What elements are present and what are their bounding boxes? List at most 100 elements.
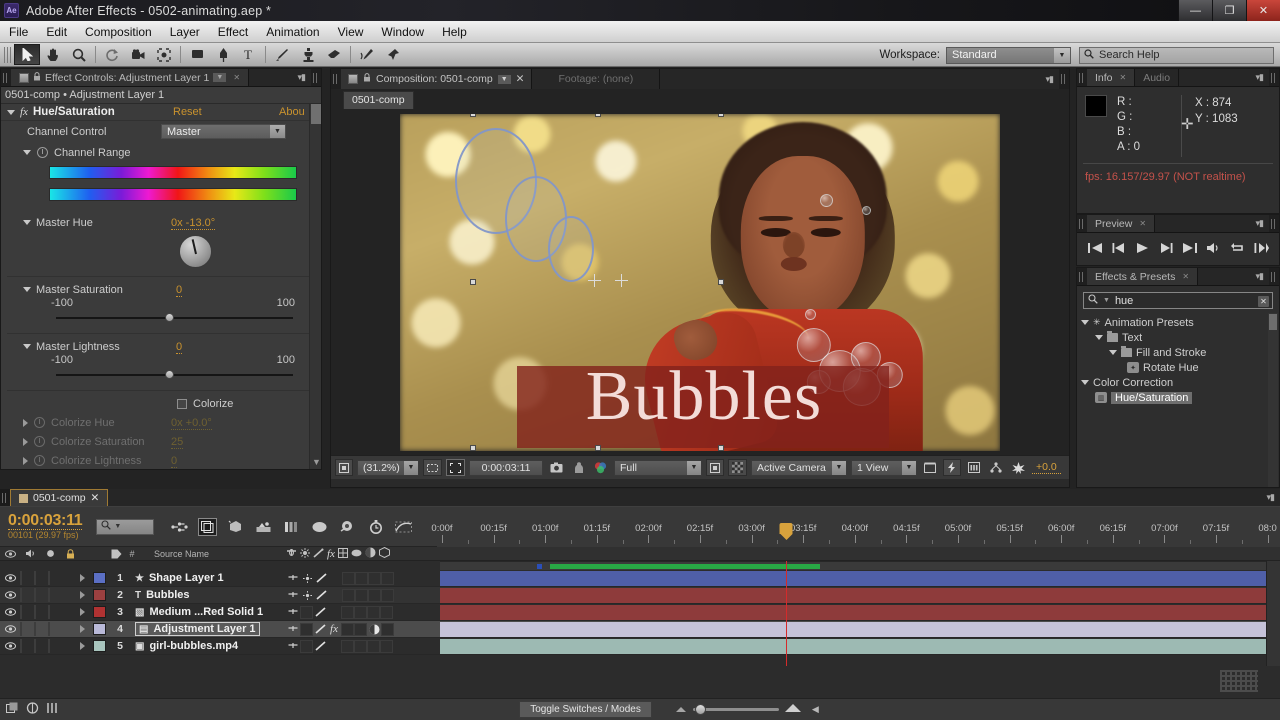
brush-tool[interactable] [269,44,295,65]
layer-name[interactable]: ▣ girl-bubbles.mp4 [135,640,238,652]
resize-grip-dots[interactable] [1220,670,1258,692]
disclosure-triangle-icon[interactable] [23,456,28,465]
views-select[interactable]: 1 View ▼ [851,459,917,476]
shy-switch[interactable] [286,588,300,602]
play-icon[interactable] [1136,242,1149,257]
magnification-select[interactable]: (31.2%) ▼ [357,459,419,476]
solo-toggle-cell[interactable] [34,639,48,653]
table-row[interactable]: 2 T Bubbles [0,587,1280,604]
disclosure-triangle-icon[interactable] [1081,380,1089,385]
anchor-point-icon[interactable] [615,273,628,287]
layer-duration-bar[interactable] [440,571,1266,586]
menu-window[interactable]: Window [372,22,433,42]
audio-toggle-cell[interactable] [20,622,34,636]
composition-artwork[interactable]: Bubbles [400,113,1000,451]
motion-blur-switch[interactable] [355,571,368,585]
panel-grip[interactable] [1079,72,1085,83]
composition-mini-flowchart-icon[interactable] [170,518,189,536]
slider-handle[interactable] [165,370,174,379]
selection-handle[interactable] [470,278,476,285]
roto-brush-tool[interactable] [354,44,380,65]
choose-grid-button[interactable] [423,459,442,476]
collapse-transform-switch[interactable] [300,622,313,636]
chevron-down-icon[interactable]: ▼ [114,523,121,530]
timeline-vertical-scrollbar[interactable] [1266,561,1280,666]
menu-edit[interactable]: Edit [37,22,76,42]
effect-header-hue-saturation[interactable]: fx Hue/Saturation Reset Abou [1,104,321,121]
current-time[interactable]: 0:00:03:11 [8,512,83,530]
quality-switch[interactable] [313,605,327,619]
tab-footage[interactable]: Footage: (none) [532,69,661,89]
previous-frame-icon[interactable] [1112,242,1127,257]
effects-search-text[interactable] [1114,294,1250,307]
selection-handle[interactable] [718,278,724,285]
tree-item-text[interactable]: Text [1081,330,1279,345]
new-comp-viewer-icon[interactable] [338,518,357,536]
layer-name[interactable]: T Bubbles [135,589,190,601]
disclosure-triangle-icon[interactable] [23,150,31,155]
tab-timeline-0501-comp[interactable]: 0501-comp ✕ [10,489,109,506]
chevron-down-icon[interactable]: ▼ [213,73,227,82]
expand-layer-icon[interactable] [74,625,90,633]
adjustment-layer-switch[interactable] [367,622,381,636]
three-d-switch[interactable] [380,639,393,653]
motion-blur-switch[interactable] [354,639,367,653]
motion-blur-switch[interactable] [354,622,367,636]
current-time-display[interactable]: 0:00:03:11 [469,459,543,476]
panel-grip-right[interactable] [1271,218,1277,229]
toggle-switches-modes-button[interactable]: Toggle Switches / Modes [519,701,652,718]
menu-file[interactable]: File [0,22,37,42]
panel-grip-right[interactable] [1061,74,1067,84]
ep-scrollbar[interactable] [1268,313,1278,487]
reset-exposure-button[interactable] [1009,459,1028,476]
disclosure-triangle-icon[interactable] [23,418,28,427]
menu-help[interactable]: Help [433,22,476,42]
disclosure-triangle-icon[interactable] [23,220,31,225]
draft-3d-icon[interactable] [198,517,218,536]
video-toggle-icon[interactable] [0,608,20,616]
menu-animation[interactable]: Animation [257,22,328,42]
lock-toggle-cell[interactable] [48,639,62,653]
expand-layer-icon[interactable] [74,591,90,599]
fast-previews-button[interactable] [943,459,961,476]
enable-motion-blur-icon[interactable] [282,518,301,536]
collapse-panel-icon[interactable]: ◀ [812,704,819,715]
tree-item-animation-presets[interactable]: ✳ Animation Presets [1081,315,1279,330]
frame-blend-switch[interactable] [341,605,354,619]
toggle-switches-icon[interactable] [6,702,19,717]
layer-duration-bar[interactable] [440,639,1266,654]
effects-switch[interactable] [328,571,342,585]
disclosure-triangle-icon[interactable] [23,344,31,349]
stopwatch-icon[interactable] [34,417,45,428]
resolution-select[interactable]: Full ▼ [614,459,702,476]
video-toggle-icon[interactable] [0,625,20,633]
collapse-transform-switch[interactable] [300,571,314,585]
audio-toggle-cell[interactable] [20,571,34,585]
quality-switch[interactable] [314,588,328,602]
motion-sketch-icon[interactable] [46,702,58,717]
effects-switch[interactable]: fx [327,622,341,636]
three-d-switch[interactable] [380,605,393,619]
tree-item-rotate-hue[interactable]: ✦ Rotate Hue [1081,360,1279,375]
composition-viewer[interactable]: Bubbles [331,109,1069,455]
quality-switch[interactable] [313,639,327,653]
eraser-tool[interactable] [321,44,347,65]
graph-editor-timer-icon[interactable] [366,518,385,536]
solo-toggle-cell[interactable] [34,571,48,585]
ram-preview-icon[interactable] [1254,242,1269,257]
tree-item-color-correction[interactable]: Color Correction [1081,375,1279,390]
source-name-column-header[interactable]: Source Name [154,549,209,559]
panel-menu-icon[interactable]: ▾▮ [298,72,307,83]
table-row[interactable]: 5 ▣ girl-bubbles.mp4 [0,638,1280,655]
solo-toggle-cell[interactable] [34,605,48,619]
brainstorm-icon[interactable] [310,518,329,536]
three-d-switch[interactable] [381,588,394,602]
audio-icon[interactable] [1206,242,1221,257]
expand-layer-icon[interactable] [74,574,90,582]
menu-effect[interactable]: Effect [209,22,257,42]
tab-preview[interactable]: Preview ✕ [1087,215,1156,232]
table-row[interactable]: 3 ▧ Medium ...Red Solid 1 [0,604,1280,621]
lock-toggle-cell[interactable] [48,588,62,602]
colorize-checkbox[interactable] [177,398,187,409]
layer-label-color[interactable] [93,623,106,635]
